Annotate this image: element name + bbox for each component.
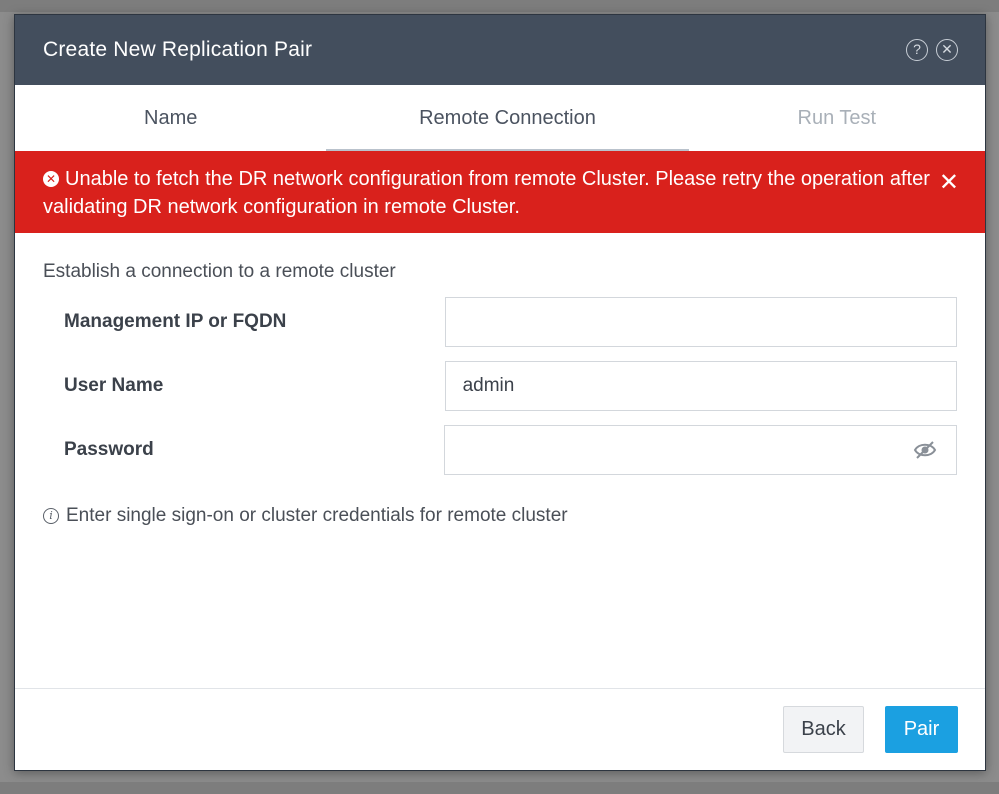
backdrop-bottom (0, 782, 999, 794)
error-message: Unable to fetch the DR network configura… (43, 168, 930, 218)
tab-run-test: Run Test (689, 85, 985, 151)
password-row: Password (43, 425, 957, 475)
management-ip-input[interactable] (444, 297, 957, 347)
form-intro: Establish a connection to a remote clust… (43, 261, 396, 282)
error-banner: ✕ Unable to fetch the DR network configur… (15, 151, 985, 233)
header-actions: ? ✕ (906, 39, 958, 61)
info-icon: i (43, 508, 59, 524)
user-name-label: User Name (64, 375, 164, 396)
error-circle-icon: ✕ (43, 171, 59, 187)
pair-button[interactable]: Pair (885, 706, 958, 753)
password-field-wrap (444, 425, 957, 475)
user-name-row: User Name (43, 361, 957, 411)
password-input[interactable] (444, 425, 957, 475)
tab-name[interactable]: Name (15, 85, 326, 151)
tab-remote-connection-label: Remote Connection (419, 106, 596, 129)
dialog-footer: Back Pair (15, 688, 985, 770)
back-button[interactable]: Back (783, 706, 864, 753)
replication-pair-dialog: Create New Replication Pair ? ✕ Name Rem… (14, 14, 986, 771)
management-ip-row: Management IP or FQDN (43, 297, 957, 347)
credentials-hint: i Enter single sign-on or cluster creden… (43, 505, 957, 527)
help-icon[interactable]: ? (906, 39, 928, 61)
dialog-header: Create New Replication Pair ? ✕ (15, 15, 985, 85)
password-label: Password (64, 439, 154, 460)
error-dismiss-icon[interactable]: ✕ (939, 171, 959, 195)
backdrop-top (0, 0, 999, 12)
dialog-title: Create New Replication Pair (43, 38, 313, 61)
user-name-input[interactable] (444, 361, 957, 411)
tab-remote-connection[interactable]: Remote Connection (326, 85, 689, 151)
dialog-body: Establish a connection to a remote clust… (15, 233, 985, 527)
management-ip-label: Management IP or FQDN (64, 311, 287, 332)
wizard-steps: Name Remote Connection Run Test (15, 85, 985, 151)
eye-slash-icon[interactable] (913, 440, 937, 460)
close-icon[interactable]: ✕ (936, 39, 958, 61)
tab-name-label: Name (144, 106, 198, 129)
tab-run-test-label: Run Test (797, 106, 877, 129)
credentials-hint-text: Enter single sign-on or cluster credenti… (66, 505, 568, 526)
